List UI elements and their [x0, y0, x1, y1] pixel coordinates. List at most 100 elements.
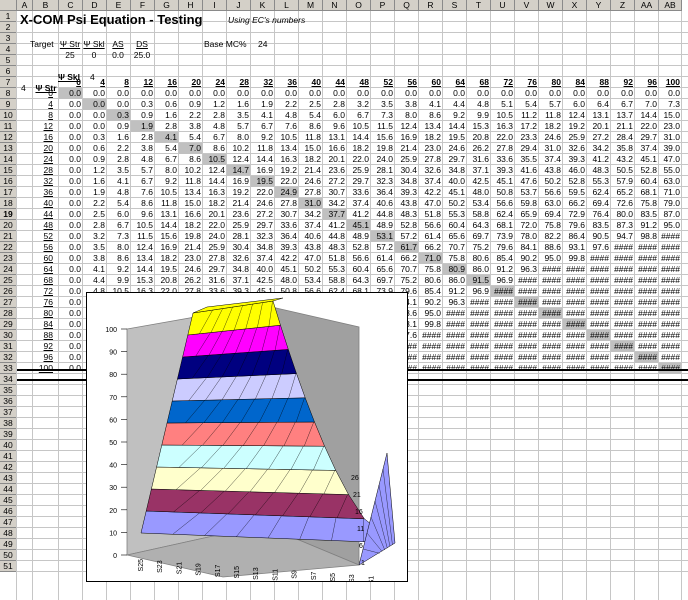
- table-cell[interactable]: 34.2: [587, 143, 610, 154]
- table-cell[interactable]: 18.2: [155, 253, 178, 264]
- table-cell[interactable]: 39.3: [275, 242, 298, 253]
- table-cell[interactable]: 13.4: [275, 143, 298, 154]
- table-row-label[interactable]: 60: [33, 253, 53, 264]
- table-cell[interactable]: 75.8: [419, 264, 442, 275]
- table-cell[interactable]: 56.6: [419, 220, 442, 231]
- table-cell[interactable]: ####: [659, 231, 681, 242]
- table-col-header[interactable]: 80: [539, 77, 561, 88]
- psi-str-value[interactable]: 25: [58, 50, 82, 61]
- table-cell[interactable]: ####: [587, 308, 610, 319]
- table-cell[interactable]: 8.6: [179, 154, 202, 165]
- table-cell[interactable]: ####: [491, 319, 514, 330]
- table-cell[interactable]: 0.0: [59, 308, 82, 319]
- column-header-q[interactable]: Q: [395, 0, 419, 11]
- row-header-30[interactable]: 30: [0, 330, 17, 341]
- table-cell[interactable]: 21.4: [179, 242, 202, 253]
- table-cell[interactable]: 18.2: [539, 121, 562, 132]
- row-header-39[interactable]: 39: [0, 429, 17, 440]
- table-cell[interactable]: 6.0: [107, 209, 130, 220]
- table-cell[interactable]: 20.8: [467, 132, 490, 143]
- table-cell[interactable]: ####: [611, 308, 634, 319]
- column-header-f[interactable]: F: [131, 0, 155, 11]
- table-cell[interactable]: 46.0: [563, 165, 586, 176]
- table-cell[interactable]: 35.5: [515, 154, 538, 165]
- table-col-header[interactable]: 76: [515, 77, 537, 88]
- table-cell[interactable]: 15.0: [299, 143, 322, 154]
- row-header-2[interactable]: 2: [0, 22, 17, 33]
- table-cell[interactable]: 86.4: [563, 231, 586, 242]
- table-cell[interactable]: 0.0: [467, 88, 490, 99]
- table-cell[interactable]: 0.0: [59, 286, 82, 297]
- table-cell[interactable]: 56.6: [491, 198, 514, 209]
- table-cell[interactable]: 94.7: [611, 231, 634, 242]
- table-col-header[interactable]: 48: [347, 77, 369, 88]
- table-cell[interactable]: 6.0: [563, 99, 586, 110]
- table-cell[interactable]: 57.2: [371, 242, 394, 253]
- table-cell[interactable]: ####: [635, 253, 658, 264]
- table-cell[interactable]: 0.0: [155, 88, 178, 99]
- column-header-z[interactable]: Z: [611, 0, 635, 11]
- row-header-40[interactable]: 40: [0, 440, 17, 451]
- column-header-k[interactable]: K: [251, 0, 275, 11]
- table-cell[interactable]: 27.8: [419, 154, 442, 165]
- table-cell[interactable]: 55.0: [659, 165, 681, 176]
- table-row-label[interactable]: 56: [33, 242, 53, 253]
- table-cell[interactable]: 0.0: [59, 132, 82, 143]
- table-col-header[interactable]: 92: [611, 77, 633, 88]
- table-cell[interactable]: 39.3: [563, 154, 586, 165]
- column-header-o[interactable]: O: [347, 0, 371, 11]
- table-cell[interactable]: ####: [659, 242, 681, 253]
- table-cell[interactable]: 39.3: [395, 187, 418, 198]
- table-cell[interactable]: 30.7: [323, 187, 346, 198]
- table-cell[interactable]: 8.0: [155, 165, 178, 176]
- table-cell[interactable]: 64.3: [467, 220, 490, 231]
- table-cell[interactable]: 60.4: [635, 176, 658, 187]
- table-cell[interactable]: 24.6: [251, 198, 274, 209]
- column-header-e[interactable]: E: [107, 0, 131, 11]
- table-cell[interactable]: 7.3: [371, 110, 394, 121]
- table-row-label[interactable]: 8: [33, 110, 53, 121]
- table-cell[interactable]: 95.0: [419, 308, 442, 319]
- table-cell[interactable]: 66.2: [563, 198, 586, 209]
- table-cell[interactable]: 24.6: [299, 176, 322, 187]
- row-header-41[interactable]: 41: [0, 451, 17, 462]
- table-cell[interactable]: 6.7: [107, 220, 130, 231]
- table-cell[interactable]: 0.0: [59, 220, 82, 231]
- table-cell[interactable]: 78.0: [515, 231, 538, 242]
- table-cell[interactable]: 69.4: [587, 198, 610, 209]
- table-cell[interactable]: 11.5: [131, 231, 154, 242]
- table-cell[interactable]: 69.7: [371, 275, 394, 286]
- table-cell[interactable]: 3.8: [131, 143, 154, 154]
- table-cell[interactable]: 83.5: [587, 220, 610, 231]
- table-cell[interactable]: 87.0: [659, 209, 681, 220]
- table-cell[interactable]: ####: [635, 286, 658, 297]
- table-cell[interactable]: 40.6: [299, 231, 322, 242]
- table-cell[interactable]: 19.8: [371, 143, 394, 154]
- table-cell[interactable]: 52.8: [635, 165, 658, 176]
- row-header-26[interactable]: 26: [0, 286, 17, 297]
- table-cell[interactable]: 37.4: [419, 176, 442, 187]
- table-cell[interactable]: 29.7: [203, 264, 226, 275]
- table-cell[interactable]: ####: [563, 341, 586, 352]
- table-cell[interactable]: 25.9: [395, 154, 418, 165]
- row-header-24[interactable]: 24: [0, 264, 17, 275]
- table-col-header[interactable]: 44: [323, 77, 345, 88]
- table-cell[interactable]: 8.6: [299, 121, 322, 132]
- table-cell[interactable]: 6.7: [347, 110, 370, 121]
- table-cell[interactable]: 56.6: [539, 187, 562, 198]
- table-cell[interactable]: 29.4: [515, 143, 538, 154]
- table-cell[interactable]: ####: [491, 308, 514, 319]
- table-cell[interactable]: 5.4: [515, 99, 538, 110]
- table-row-label[interactable]: 88: [33, 330, 53, 341]
- row-header-3[interactable]: 3: [0, 33, 17, 44]
- psi-str-label[interactable]: Ψ Str: [58, 39, 82, 50]
- table-cell[interactable]: 12.4: [563, 110, 586, 121]
- table-cell[interactable]: 4.1: [107, 176, 130, 187]
- row-header-6[interactable]: 6: [0, 66, 17, 77]
- table-cell[interactable]: 50.2: [443, 198, 466, 209]
- table-row-label[interactable]: 76: [33, 297, 53, 308]
- table-row-label[interactable]: 48: [33, 220, 53, 231]
- table-cell[interactable]: 16.3: [203, 187, 226, 198]
- table-cell[interactable]: 85.4: [491, 253, 514, 264]
- row-header-9[interactable]: 9: [0, 99, 17, 110]
